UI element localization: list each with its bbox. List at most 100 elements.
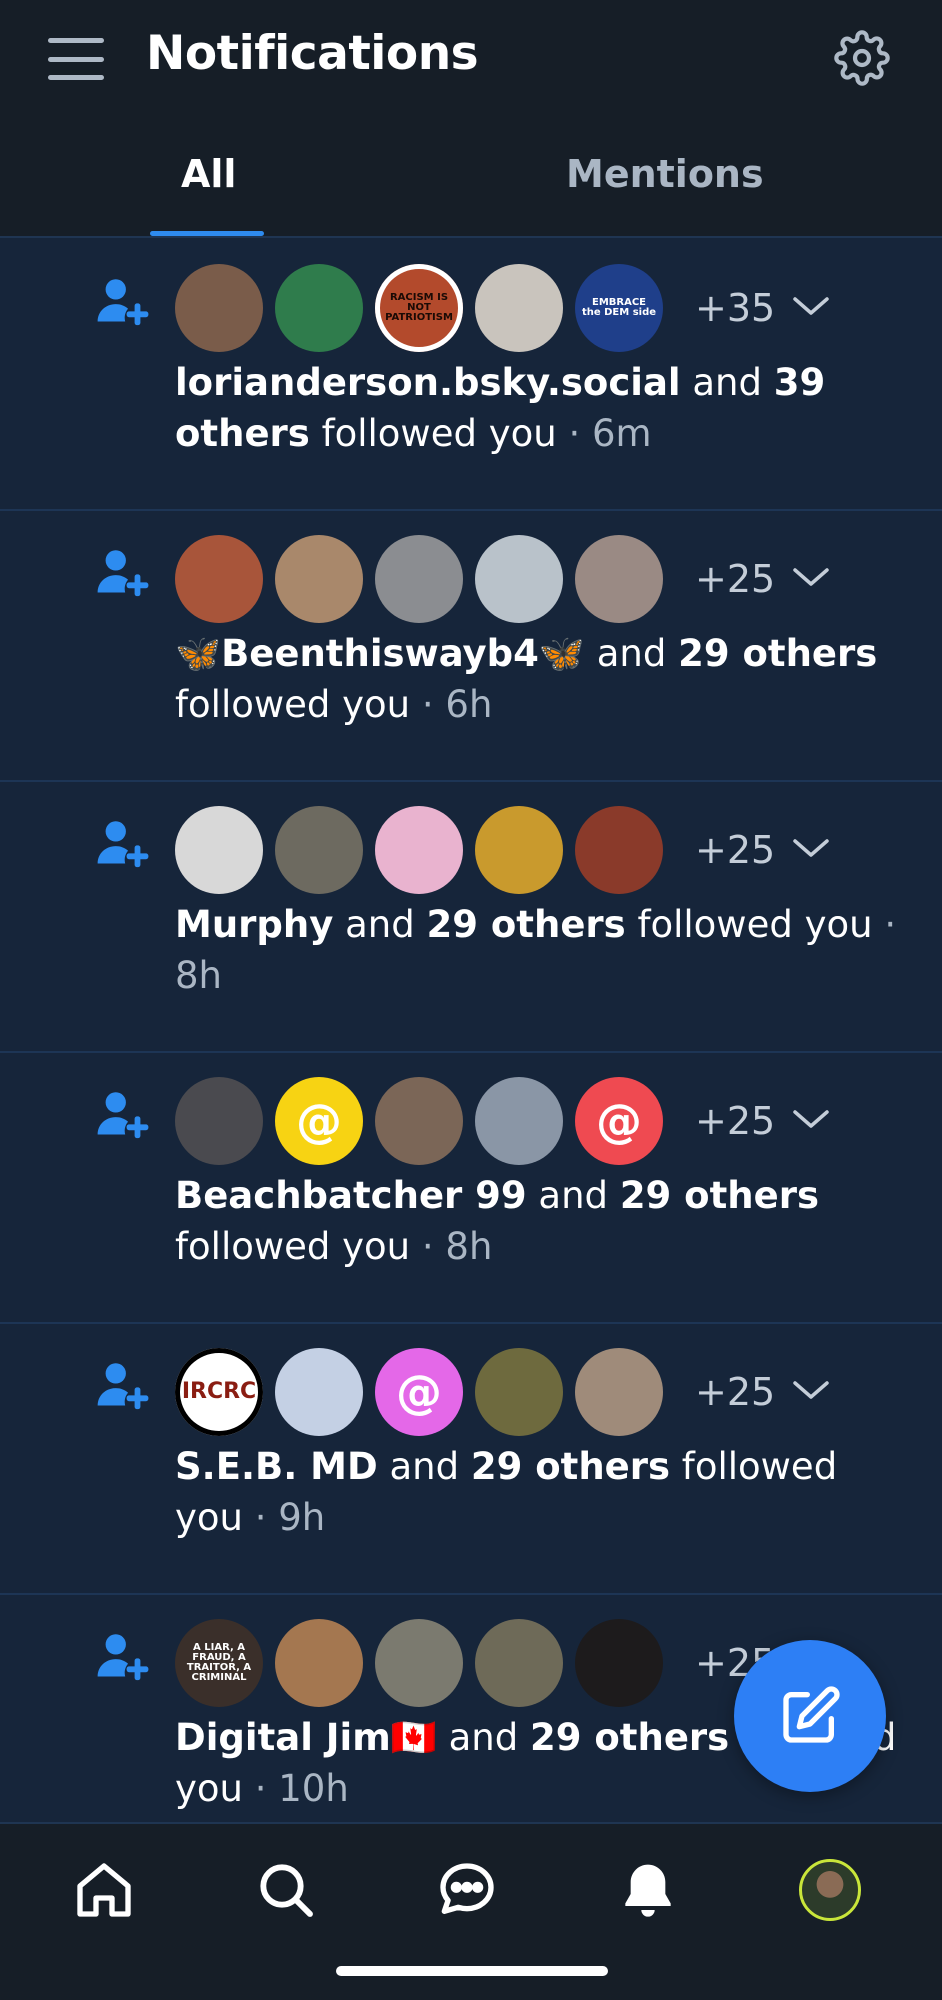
avatar[interactable]: RACISM IS NOT PATRIOTISM bbox=[375, 264, 463, 352]
follower-avatars[interactable]: IRCRC @ +25 bbox=[175, 1347, 831, 1437]
avatar[interactable] bbox=[175, 535, 263, 623]
at-sign-icon: @ bbox=[396, 1365, 442, 1419]
chevron-down-icon[interactable] bbox=[775, 294, 831, 322]
connector-text: and bbox=[377, 1445, 471, 1488]
active-tab-indicator bbox=[150, 231, 264, 236]
more-followers-count[interactable]: +25 bbox=[695, 1099, 775, 1143]
home-icon[interactable] bbox=[68, 1854, 140, 1926]
person-add-icon bbox=[94, 272, 152, 330]
notification-item[interactable]: IRCRC @ +25 S.E.B. MD and 29 others followe… bbox=[0, 1324, 942, 1595]
notification-text: S.E.B. MD and 29 others followed you · 9… bbox=[175, 1441, 915, 1543]
person-add-icon bbox=[94, 1356, 152, 1414]
connector-text: and bbox=[526, 1174, 620, 1217]
action-text: followed you bbox=[309, 412, 557, 455]
actor-name[interactable]: 🦋Beenthiswayb4🦋 bbox=[175, 632, 585, 675]
hamburger-menu-icon[interactable] bbox=[46, 36, 106, 82]
others-count: 29 others bbox=[470, 1445, 671, 1488]
others-count: 29 others bbox=[426, 903, 626, 946]
connector-text: and bbox=[680, 361, 774, 404]
bell-icon[interactable] bbox=[612, 1854, 684, 1926]
avatar-text: EMBRACE the DEM side bbox=[581, 297, 657, 318]
chevron-down-icon[interactable] bbox=[775, 1378, 831, 1406]
actor-name[interactable]: Beachbatcher 99 bbox=[175, 1174, 527, 1217]
action-text: followed you bbox=[175, 1225, 411, 1268]
at-sign-icon: @ bbox=[296, 1094, 342, 1148]
follower-avatars[interactable]: +25 bbox=[175, 805, 831, 895]
avatar[interactable] bbox=[475, 806, 563, 894]
more-followers-count[interactable]: +25 bbox=[695, 557, 775, 601]
tab-mentions[interactable]: Mentions bbox=[566, 152, 764, 196]
tab-all[interactable]: All bbox=[181, 152, 236, 196]
avatar[interactable]: @ bbox=[375, 1348, 463, 1436]
notification-item[interactable]: RACISM IS NOT PATRIOTISM EMBRACE the DEM … bbox=[0, 240, 942, 511]
avatar[interactable] bbox=[275, 535, 363, 623]
avatar[interactable] bbox=[475, 1348, 563, 1436]
actor-name[interactable]: lorianderson.bsky.social bbox=[175, 361, 681, 404]
follower-avatars[interactable]: @ @ +25 bbox=[175, 1076, 831, 1166]
avatar[interactable] bbox=[475, 1077, 563, 1165]
timestamp: · 10h bbox=[242, 1767, 349, 1810]
avatar[interactable] bbox=[275, 1619, 363, 1707]
avatar[interactable] bbox=[375, 1619, 463, 1707]
avatar[interactable]: @ bbox=[575, 1077, 663, 1165]
actor-name[interactable]: S.E.B. MD bbox=[175, 1445, 378, 1488]
avatar[interactable] bbox=[175, 264, 263, 352]
profile-avatar[interactable] bbox=[794, 1854, 866, 1926]
connector-text: and bbox=[333, 903, 427, 946]
avatar[interactable] bbox=[575, 1348, 663, 1436]
avatar[interactable] bbox=[175, 1077, 263, 1165]
timestamp: · 8h bbox=[410, 1225, 493, 1268]
page-title: Notifications bbox=[146, 26, 479, 81]
more-followers-count[interactable]: +35 bbox=[695, 286, 775, 330]
notification-item[interactable]: +25 Murphy and 29 others followed you · 8… bbox=[0, 782, 942, 1053]
follower-avatars[interactable]: A LIAR, A FRAUD, A TRAITOR, A CRIMINAL +2… bbox=[175, 1618, 831, 1708]
others-count: 29 others bbox=[619, 1174, 819, 1217]
others-count: 29 others bbox=[530, 1716, 730, 1759]
avatar[interactable] bbox=[375, 1077, 463, 1165]
notification-item[interactable]: +25 🦋Beenthiswayb4🦋 and 29 others followe… bbox=[0, 511, 942, 782]
avatar[interactable] bbox=[575, 806, 663, 894]
notification-text: Beachbatcher 99 and 29 others followed y… bbox=[175, 1170, 915, 1272]
avatar[interactable] bbox=[275, 264, 363, 352]
avatar[interactable]: IRCRC bbox=[175, 1348, 263, 1436]
avatar[interactable] bbox=[575, 1619, 663, 1707]
avatar[interactable] bbox=[175, 806, 263, 894]
connector-text: and bbox=[436, 1716, 530, 1759]
notification-item[interactable]: @ @ +25 Beachbatcher 99 and 29 others follo… bbox=[0, 1053, 942, 1324]
person-add-icon bbox=[94, 543, 152, 601]
follower-avatars[interactable]: +25 bbox=[175, 534, 831, 624]
avatar bbox=[799, 1859, 861, 1921]
gear-icon[interactable] bbox=[834, 30, 890, 86]
avatar[interactable] bbox=[275, 1348, 363, 1436]
action-text: followed you bbox=[175, 683, 411, 726]
top-bar: Notifications All Mentions bbox=[0, 0, 942, 238]
avatar[interactable] bbox=[475, 264, 563, 352]
actor-name[interactable]: Digital Jim🇨🇦 bbox=[175, 1716, 437, 1759]
actor-name[interactable]: Murphy bbox=[175, 903, 333, 946]
avatar[interactable]: EMBRACE the DEM side bbox=[575, 264, 663, 352]
avatar[interactable] bbox=[375, 806, 463, 894]
chat-icon[interactable] bbox=[431, 1854, 503, 1926]
chevron-down-icon[interactable] bbox=[775, 1107, 831, 1135]
timestamp: · 9h bbox=[242, 1496, 326, 1539]
avatar[interactable] bbox=[375, 535, 463, 623]
person-add-icon bbox=[94, 814, 152, 872]
timestamp: · 6h bbox=[410, 683, 493, 726]
timestamp: · 6m bbox=[556, 412, 652, 455]
avatar[interactable] bbox=[475, 535, 563, 623]
avatar[interactable] bbox=[275, 806, 363, 894]
search-icon[interactable] bbox=[250, 1854, 322, 1926]
avatar[interactable] bbox=[475, 1619, 563, 1707]
tab-bar: All Mentions bbox=[0, 138, 942, 238]
avatar-text: IRCRC bbox=[181, 1379, 257, 1404]
avatar[interactable]: A LIAR, A FRAUD, A TRAITOR, A CRIMINAL bbox=[175, 1619, 263, 1707]
avatar[interactable]: @ bbox=[275, 1077, 363, 1165]
follower-avatars[interactable]: RACISM IS NOT PATRIOTISM EMBRACE the DEM … bbox=[175, 263, 831, 353]
avatar[interactable] bbox=[575, 535, 663, 623]
compose-button[interactable] bbox=[734, 1640, 886, 1792]
at-sign-icon: @ bbox=[596, 1094, 642, 1148]
chevron-down-icon[interactable] bbox=[775, 836, 831, 864]
more-followers-count[interactable]: +25 bbox=[695, 828, 775, 872]
chevron-down-icon[interactable] bbox=[775, 565, 831, 593]
more-followers-count[interactable]: +25 bbox=[695, 1370, 775, 1414]
